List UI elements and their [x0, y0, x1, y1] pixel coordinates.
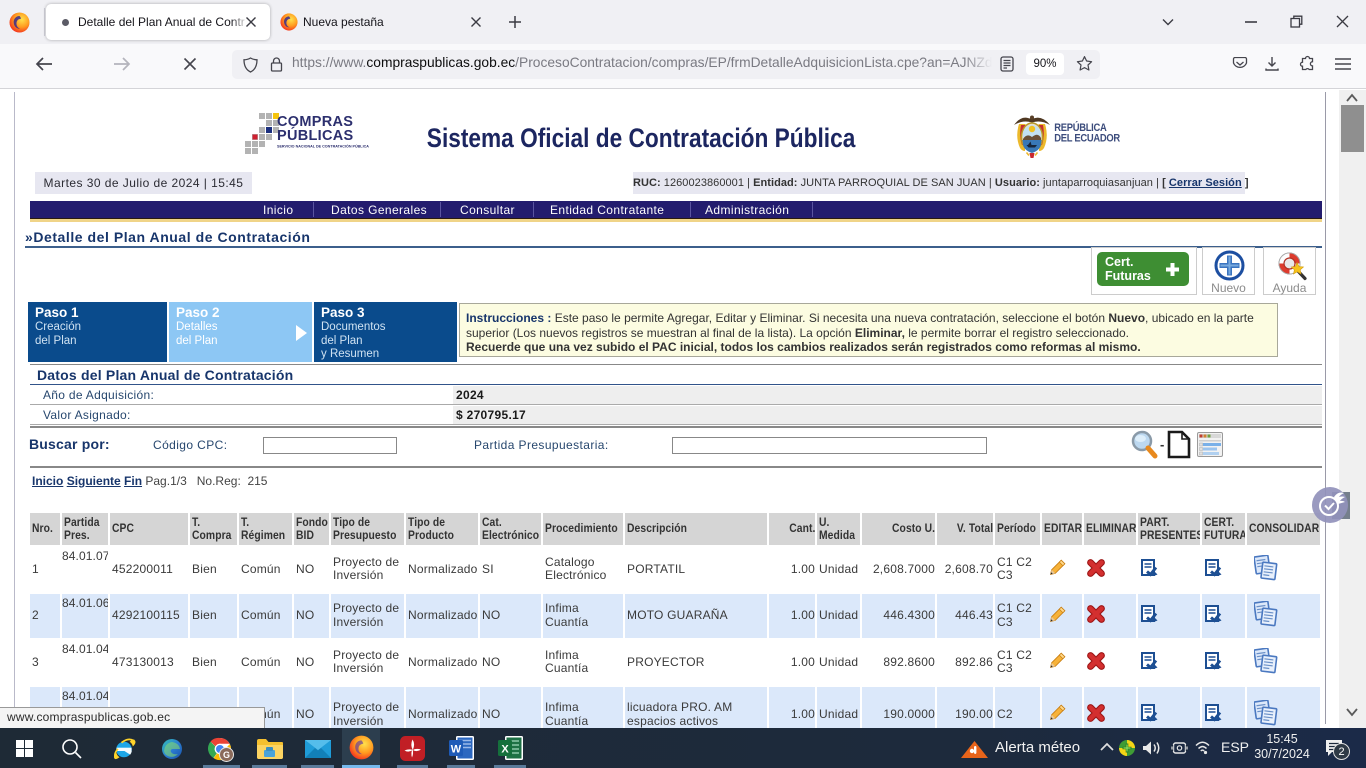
svg-text:X: X [501, 744, 509, 756]
svg-text:PÚBLICAS: PÚBLICAS [277, 126, 354, 144]
svg-text:DEL ECUADOR: DEL ECUADOR [1054, 133, 1120, 145]
svg-text:W: W [451, 744, 462, 756]
svg-text:SERVICIO NACIONAL DE CONTRATAC: SERVICIO NACIONAL DE CONTRATACIÓN PÚBLIC… [277, 144, 369, 149]
